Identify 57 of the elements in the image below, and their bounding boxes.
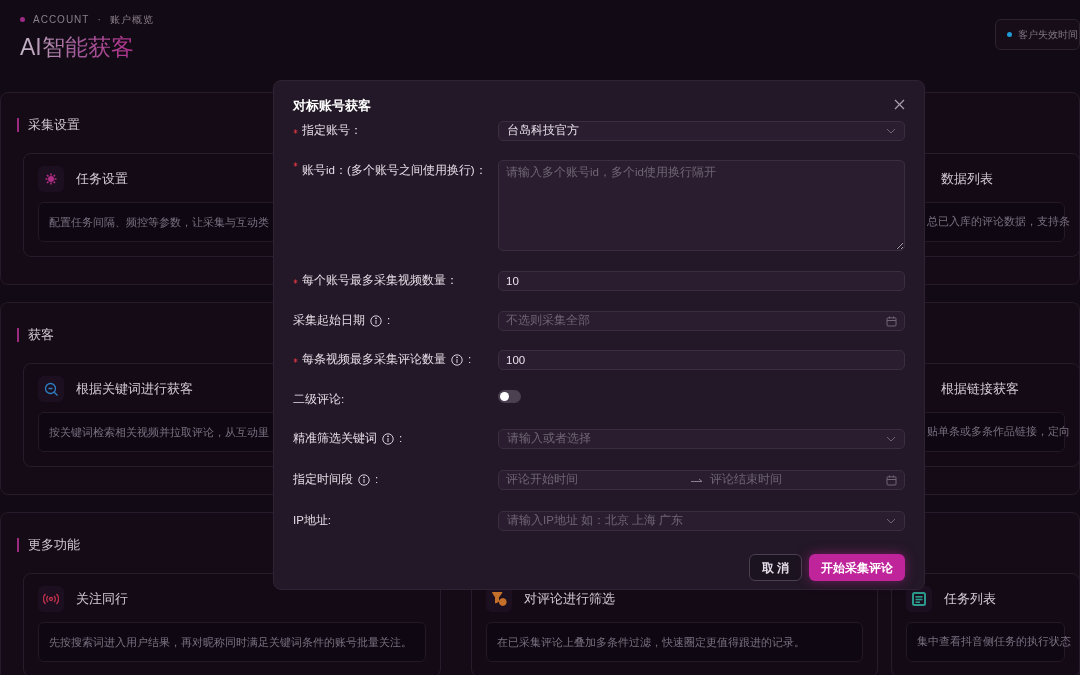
- feature-card[interactable]: 关注同行 先按搜索词进入用户结果，再对昵称同时满足关键词条件的账号批量关注。: [23, 573, 441, 675]
- card-title: 根据关键词进行获客: [76, 380, 193, 398]
- required-icon: [293, 278, 298, 284]
- required-icon: [293, 357, 298, 363]
- card-description: 在已采集评论上叠加多条件过滤，快速圈定更值得跟进的记录。: [497, 634, 805, 650]
- field-label: 二级评论:: [293, 392, 345, 408]
- breadcrumb-text: ·: [97, 13, 102, 27]
- field-label: 精准筛选关键词: [293, 431, 377, 447]
- card-description: 配置任务间隔、频控等参数，让采集与互动类: [49, 214, 269, 230]
- card-title: 对评论进行筛选: [524, 590, 615, 608]
- card-title: 数据列表: [941, 170, 993, 188]
- card-title: 根据链接获客: [941, 380, 1019, 398]
- section-title: 获客: [28, 326, 54, 345]
- card-title: 任务设置: [76, 170, 128, 188]
- chevron-down-icon: [886, 128, 896, 134]
- info-icon: [370, 315, 382, 327]
- calendar-icon: [886, 315, 897, 327]
- chevron-down-icon: [886, 436, 896, 442]
- field-label: 每个账号最多采集视频数量：: [302, 273, 458, 289]
- info-icon: [382, 433, 394, 445]
- input-field[interactable]: 10: [498, 271, 905, 291]
- required-icon: [293, 162, 298, 167]
- label-colon: :: [387, 313, 391, 329]
- field-label: 指定时间段: [293, 472, 353, 488]
- card-title: 任务列表: [944, 590, 996, 608]
- breadcrumb-text: 账户概览: [109, 13, 154, 27]
- card-description: 按关键词检索相关视频并拉取评论，从互动里: [49, 424, 269, 440]
- dialog-title: 对标账号获客: [293, 97, 371, 116]
- required-icon: [293, 128, 298, 134]
- expiry-label: 客户失效时间: [1018, 28, 1078, 42]
- field-label: 采集起始日期: [293, 313, 365, 329]
- select-field[interactable]: 台岛科技官方: [498, 121, 905, 141]
- input-field[interactable]: 100: [498, 350, 905, 370]
- card-title: 关注同行: [76, 590, 128, 608]
- page-title: AI智能获客: [20, 33, 134, 61]
- card-description: 集中查看抖音侧任务的执行状态: [917, 634, 1071, 650]
- chevron-down-icon: [886, 518, 896, 524]
- toggle-switch[interactable]: [498, 390, 521, 403]
- label-colon: :: [399, 431, 403, 447]
- label-colon: :: [375, 472, 379, 488]
- section-title: 更多功能: [28, 536, 80, 555]
- card-description: 贴单条或多条作品链接，定向: [927, 424, 1070, 440]
- field-label: IP地址:: [293, 513, 332, 529]
- field-label: 指定账号：: [302, 123, 362, 139]
- section-title: 采集设置: [28, 116, 80, 135]
- breadcrumb-text: ACCOUNT: [33, 13, 90, 27]
- info-icon: [358, 474, 370, 486]
- info-icon: [451, 354, 463, 366]
- start-button[interactable]: 开始采集评论: [809, 554, 905, 581]
- feature-card[interactable]: 任务列表 集中查看抖音侧任务的执行状态: [891, 573, 1080, 675]
- calendar-icon: [886, 474, 897, 486]
- input-field[interactable]: 请输入多个账号id，多个id使用换行隔开: [498, 160, 905, 251]
- card-description: 总已入库的评论数据，支持条: [927, 214, 1070, 230]
- close-icon[interactable]: [894, 98, 905, 110]
- cancel-button[interactable]: 取 消: [748, 554, 802, 581]
- card-description: 先按搜索词进入用户结果，再对昵称同时满足关键词条件的账号批量关注。: [49, 634, 412, 650]
- label-colon: :: [468, 352, 472, 368]
